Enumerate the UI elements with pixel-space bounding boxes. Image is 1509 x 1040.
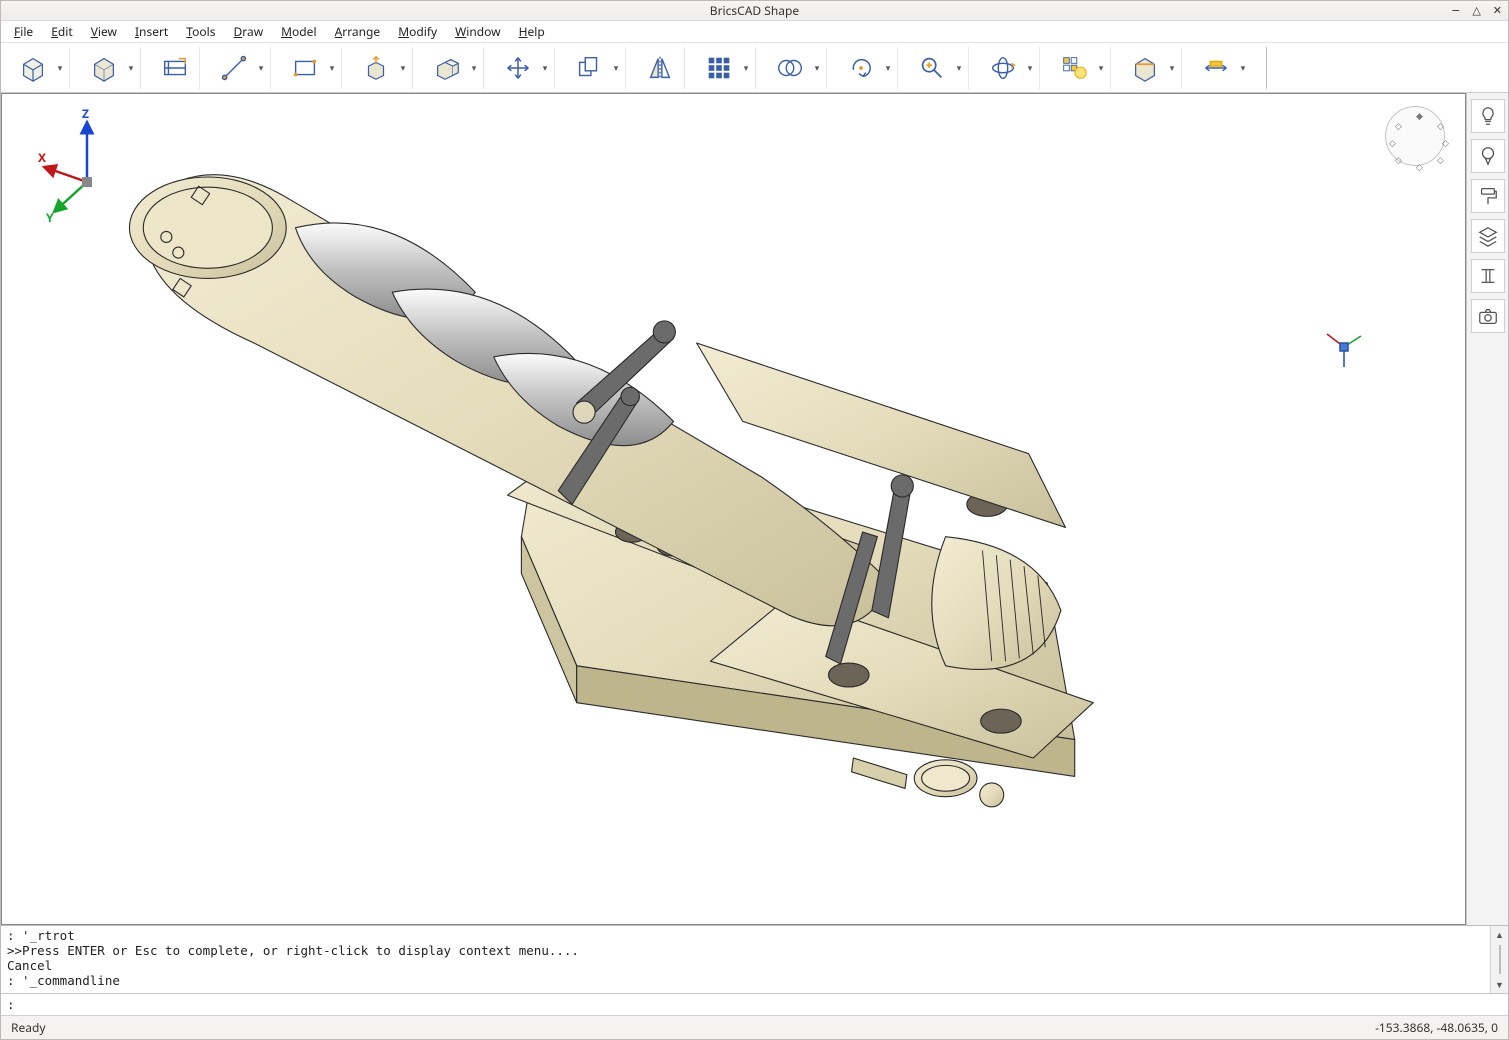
scroll-thumb[interactable]	[1499, 945, 1501, 974]
extrude-tool[interactable]	[427, 48, 467, 88]
command-history: : '_rtrot >>Press ENTER or Esc to comple…	[1, 926, 1508, 993]
title-bar: BricsCAD Shape − △ ✕	[1, 1, 1508, 21]
pushpull-tool-dropdown[interactable]: ▾	[398, 61, 408, 74]
line-tool[interactable]	[214, 48, 254, 88]
section-tool-dropdown[interactable]: ▾	[1167, 61, 1177, 74]
layers-icon	[1477, 225, 1499, 247]
structure-button[interactable]	[1471, 259, 1505, 293]
command-panel: : '_rtrot >>Press ENTER or Esc to comple…	[1, 925, 1508, 1015]
menu-bar: File Edit View Insert Tools Draw Model A…	[1, 21, 1508, 43]
box-tool-dropdown[interactable]: ▾	[55, 61, 65, 74]
viewport-3d[interactable]: Z X Y ◆ ◇ ◇ ◇ ◇ ◇ ◇ ◇	[1, 93, 1466, 925]
scroll-up-icon[interactable]: ▲	[1491, 926, 1508, 943]
mirror-tool[interactable]	[640, 48, 680, 88]
extrude-tool-dropdown[interactable]: ▾	[469, 61, 479, 74]
command-prompt: :	[7, 997, 15, 1012]
move-tool[interactable]	[498, 48, 538, 88]
maximize-button[interactable]: △	[1472, 4, 1480, 17]
rectangle-tool[interactable]	[285, 48, 325, 88]
visual-style-tool[interactable]	[1054, 48, 1094, 88]
menu-view[interactable]: View	[82, 20, 126, 43]
line-tool-dropdown[interactable]: ▾	[256, 61, 266, 74]
cylinder-tool[interactable]	[84, 48, 124, 88]
balloon-icon	[1477, 145, 1499, 167]
window-title: BricsCAD Shape	[0, 2, 1509, 19]
copy-tool-dropdown[interactable]: ▾	[611, 61, 621, 74]
zoom-tool-dropdown[interactable]: ▾	[954, 61, 964, 74]
status-coordinates: -153.3868, -48.0635, 0	[1375, 1019, 1498, 1036]
array-tool[interactable]	[699, 48, 739, 88]
lightbulb-icon	[1477, 105, 1499, 127]
scroll-down-icon[interactable]: ▼	[1491, 976, 1508, 993]
main-toolbar: ▾ ▾ ▾ ▾ ▾ ▾ ▾	[1, 43, 1508, 93]
menu-modify[interactable]: Modify	[389, 20, 446, 43]
rotate-tool-dropdown[interactable]: ▾	[883, 61, 893, 74]
command-input-row: :	[1, 993, 1508, 1015]
menu-insert[interactable]: Insert	[126, 20, 177, 43]
dimension-tool-dropdown[interactable]: ▾	[1238, 61, 1248, 74]
menu-edit[interactable]: Edit	[42, 20, 82, 43]
menu-arrange[interactable]: Arrange	[326, 20, 390, 43]
menu-model[interactable]: Model	[272, 20, 325, 43]
right-tool-strip	[1466, 93, 1508, 925]
model-render	[2, 94, 1465, 924]
zoom-tool[interactable]	[912, 48, 952, 88]
status-bar: Ready -153.3868, -48.0635, 0	[1, 1015, 1508, 1039]
box-tool[interactable]	[13, 48, 53, 88]
section-tool[interactable]	[1125, 48, 1165, 88]
camera-button[interactable]	[1471, 299, 1505, 333]
command-scrollbar[interactable]: ▲ ▼	[1490, 926, 1508, 993]
cylinder-tool-dropdown[interactable]: ▾	[126, 61, 136, 74]
window-controls: − △ ✕	[1451, 4, 1502, 17]
union-tool[interactable]	[770, 48, 810, 88]
ibeam-icon	[1477, 265, 1499, 287]
status-left: Ready	[11, 1019, 45, 1036]
menu-help[interactable]: Help	[510, 20, 554, 43]
component-tool[interactable]	[155, 48, 195, 88]
close-button[interactable]: ✕	[1493, 4, 1502, 17]
array-tool-dropdown[interactable]: ▾	[741, 61, 751, 74]
move-tool-dropdown[interactable]: ▾	[540, 61, 550, 74]
materials-button[interactable]	[1471, 179, 1505, 213]
layers-button[interactable]	[1471, 219, 1505, 253]
menu-tools[interactable]: Tools	[177, 20, 224, 43]
orbit-tool[interactable]	[983, 48, 1023, 88]
dimension-tool[interactable]	[1196, 48, 1236, 88]
pushpull-tool[interactable]	[356, 48, 396, 88]
visual-style-tool-dropdown[interactable]: ▾	[1096, 61, 1106, 74]
sky-button[interactable]	[1471, 139, 1505, 173]
command-input[interactable]	[22, 997, 1502, 1012]
menu-window[interactable]: Window	[446, 20, 510, 43]
menu-file[interactable]: File	[5, 20, 42, 43]
paint-roller-icon	[1477, 185, 1499, 207]
minimize-button[interactable]: −	[1451, 4, 1460, 17]
rectangle-tool-dropdown[interactable]: ▾	[327, 61, 337, 74]
main-area: Z X Y ◆ ◇ ◇ ◇ ◇ ◇ ◇ ◇	[1, 93, 1508, 925]
rotate-tool[interactable]	[841, 48, 881, 88]
union-tool-dropdown[interactable]: ▾	[812, 61, 822, 74]
copy-tool[interactable]	[569, 48, 609, 88]
menu-draw[interactable]: Draw	[225, 20, 273, 43]
orbit-tool-dropdown[interactable]: ▾	[1025, 61, 1035, 74]
camera-icon	[1477, 305, 1499, 327]
tips-button[interactable]	[1471, 99, 1505, 133]
